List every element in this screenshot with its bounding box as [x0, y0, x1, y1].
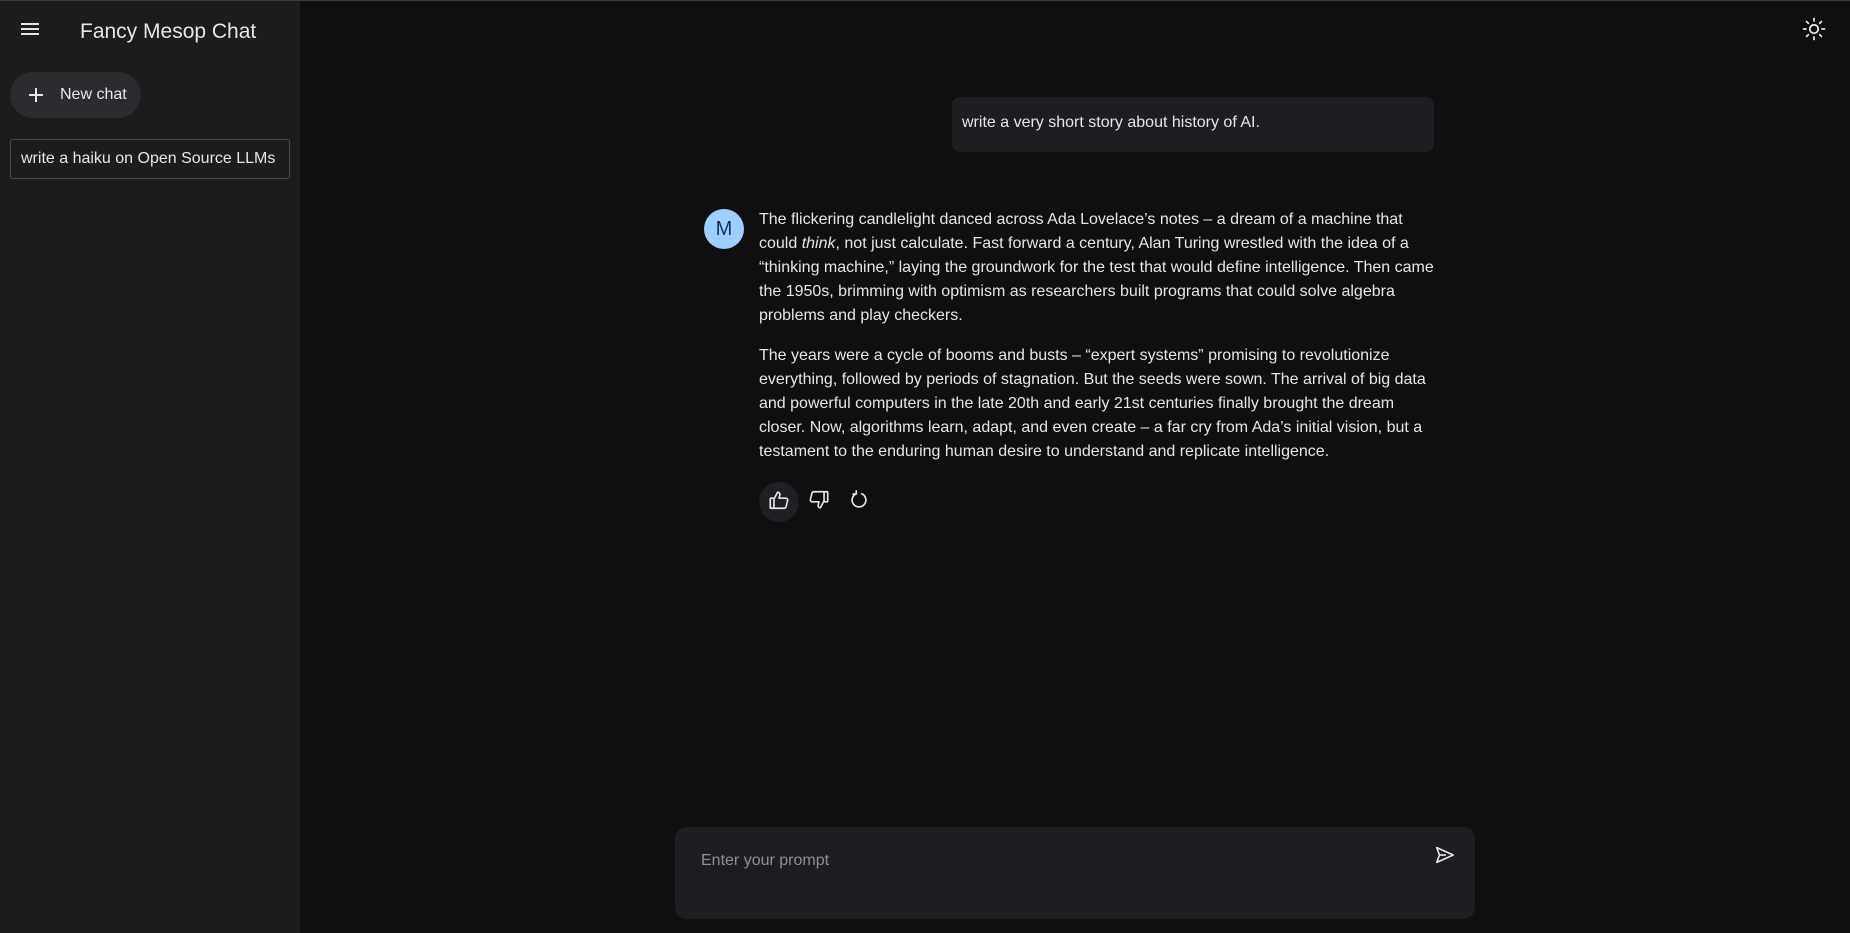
assistant-paragraph-2: The years were a cycle of booms and bust… [759, 347, 1426, 460]
thumbs-up-icon [768, 489, 790, 516]
assistant-message: The flickering candlelight danced across… [759, 208, 1439, 480]
thumbs-up-button[interactable] [759, 482, 799, 522]
theme-toggle-button[interactable] [1798, 15, 1830, 47]
new-chat-button[interactable]: New chat [10, 72, 141, 118]
thumbs-down-button[interactable] [799, 482, 839, 522]
send-button[interactable] [1429, 841, 1461, 873]
sidebar: Fancy Mesop Chat New chat write a haiku … [0, 1, 300, 933]
prompt-box [675, 827, 1475, 919]
chat-main: write a very short story about history o… [300, 1, 1850, 933]
paragraph-1-emphasis: think [801, 235, 836, 252]
assistant-avatar: M [704, 209, 744, 249]
regenerate-icon [848, 489, 870, 516]
prompt-input[interactable] [699, 851, 1403, 871]
sun-icon [1802, 17, 1826, 46]
new-chat-label: New chat [60, 86, 127, 103]
app-window: Fancy Mesop Chat New chat write a haiku … [0, 0, 1850, 933]
plus-icon [24, 83, 48, 107]
hamburger-menu-button[interactable] [14, 15, 46, 47]
user-message-bubble: write a very short story about history o… [952, 97, 1434, 152]
chat-history-item[interactable]: write a haiku on Open Source LLMs [10, 139, 290, 179]
assistant-paragraph-1: The flickering candlelight danced across… [759, 208, 1439, 328]
hamburger-menu-icon [20, 21, 40, 42]
app-title: Fancy Mesop Chat [80, 20, 257, 43]
paragraph-1-text-b: , not just calculate. Fast forward a cen… [759, 235, 1434, 324]
regenerate-button[interactable] [839, 482, 879, 522]
send-icon [1434, 844, 1456, 871]
thumbs-down-icon [808, 489, 830, 516]
message-actions [759, 482, 879, 522]
